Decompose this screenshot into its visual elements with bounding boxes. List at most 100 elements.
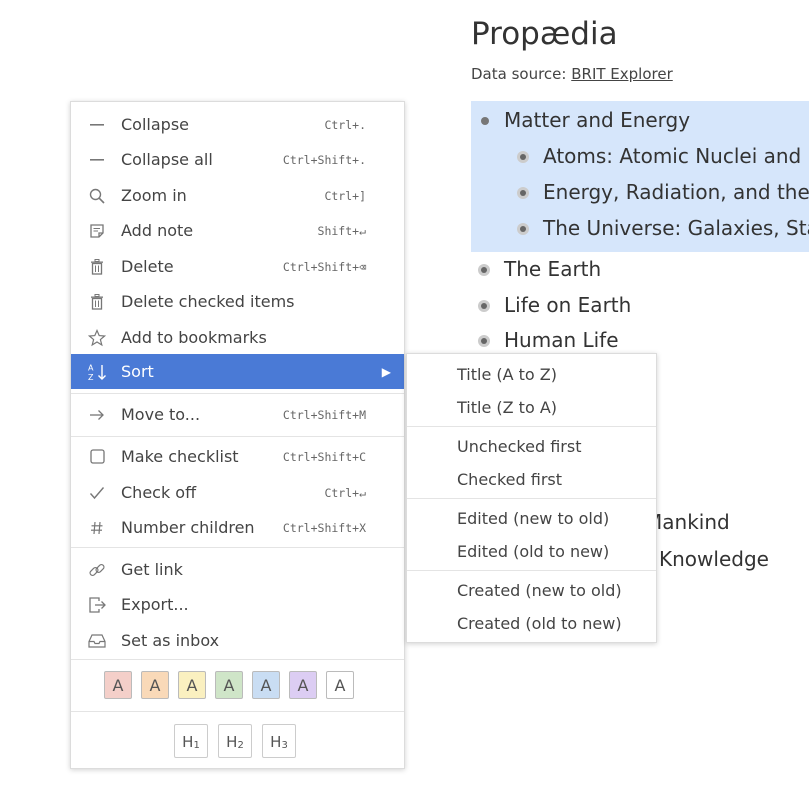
node-label[interactable]: Matter and Energy (504, 108, 690, 132)
menu-item-get-link[interactable]: Get link (71, 552, 404, 587)
menu-item-label: Delete checked items (121, 292, 295, 311)
menu-item-export[interactable]: Export... (71, 587, 404, 622)
minus-icon (88, 151, 106, 169)
color-swatch-orange[interactable]: A (141, 671, 169, 699)
submenu-item-label: Created (new to old) (457, 581, 622, 600)
collapsed-bullet-icon[interactable] (517, 151, 529, 163)
menu-divider (71, 547, 404, 548)
menu-item-delete-checked[interactable]: Delete checked items (71, 284, 404, 319)
menu-item-check-off[interactable]: Check off Ctrl+↵ (71, 475, 404, 510)
check-icon (88, 484, 106, 502)
sort-created-old-to-new[interactable]: Created (old to new) (407, 607, 656, 640)
outline-node[interactable]: Life on Earth (504, 293, 631, 317)
node-label[interactable]: Human Life (504, 328, 619, 352)
checkbox-icon (88, 448, 106, 466)
menu-divider (71, 436, 404, 437)
menu-item-add-to-bookmarks[interactable]: Add to bookmarks (71, 320, 404, 355)
sort-created-new-to-old[interactable]: Created (new to old) (407, 574, 656, 607)
arrow-right-icon (88, 406, 106, 424)
node-label[interactable]: The Earth (504, 257, 601, 281)
color-swatch-yellow[interactable]: A (178, 671, 206, 699)
menu-item-shortcut: Ctrl+] (324, 188, 366, 203)
menu-item-shortcut: Ctrl+. (324, 117, 366, 132)
heading-button-row: H1 H2 H3 (174, 724, 296, 758)
menu-item-make-checklist[interactable]: Make checklist Ctrl+Shift+C (71, 439, 404, 474)
menu-item-label: Make checklist (121, 447, 239, 466)
color-swatch-none[interactable]: A (326, 671, 354, 699)
menu-item-shortcut: Ctrl+Shift+⌫ (282, 259, 366, 274)
menu-item-label: Zoom in (121, 186, 187, 205)
menu-item-shortcut: Ctrl+Shift+M (282, 407, 366, 422)
heading-2-button[interactable]: H2 (218, 724, 252, 758)
sort-unchecked-first[interactable]: Unchecked first (407, 430, 656, 463)
search-icon (88, 187, 106, 205)
export-icon (88, 596, 106, 614)
svg-text:Z: Z (88, 373, 94, 381)
menu-item-collapse[interactable]: Collapse Ctrl+. (71, 107, 404, 142)
data-source-label: Data source: (471, 65, 567, 83)
node-label[interactable]: Mankind (645, 510, 730, 534)
menu-item-move-to[interactable]: Move to... Ctrl+Shift+M (71, 397, 404, 432)
sort-edited-old-to-new[interactable]: Edited (old to new) (407, 535, 656, 568)
outline-node[interactable]: Energy, Radiation, and the Sta (543, 180, 809, 204)
menu-item-label: Delete (121, 257, 174, 276)
menu-item-set-as-inbox[interactable]: Set as inbox (71, 623, 404, 658)
node-label[interactable]: The Universe: Galaxies, Stars (543, 216, 809, 240)
menu-item-label: Collapse (121, 115, 189, 134)
color-swatch-green[interactable]: A (215, 671, 243, 699)
trash-icon (88, 258, 106, 276)
menu-item-label: Export... (121, 595, 189, 614)
menu-item-label: Collapse all (121, 150, 213, 169)
outline-node[interactable]: Matter and Energy (504, 108, 690, 132)
node-label[interactable]: Atoms: Atomic Nuclei and El (543, 144, 809, 168)
outline-node[interactable]: The Earth (504, 257, 601, 281)
link-icon (88, 561, 106, 579)
menu-divider (407, 426, 656, 427)
menu-item-zoom-in[interactable]: Zoom in Ctrl+] (71, 178, 404, 213)
sort-checked-first[interactable]: Checked first (407, 463, 656, 496)
collapsed-bullet-icon[interactable] (478, 300, 490, 312)
submenu-item-label: Edited (new to old) (457, 509, 610, 528)
star-icon (88, 328, 106, 347)
color-swatch-red[interactable]: A (104, 671, 132, 699)
menu-item-sort[interactable]: AZ Sort ▶ (71, 354, 404, 389)
menu-item-number-children[interactable]: Number children Ctrl+Shift+X (71, 510, 404, 545)
data-source-link[interactable]: BRIT Explorer (571, 65, 673, 83)
color-swatch-blue[interactable]: A (252, 671, 280, 699)
outline-node[interactable]: The Universe: Galaxies, Stars (543, 216, 809, 240)
minus-icon (88, 116, 106, 134)
data-source-line: Data source: BRIT Explorer (471, 65, 673, 83)
submenu-item-label: Checked first (457, 470, 562, 489)
collapsed-bullet-icon[interactable] (478, 264, 490, 276)
menu-item-collapse-all[interactable]: Collapse all Ctrl+Shift+. (71, 142, 404, 177)
menu-item-add-note[interactable]: Add note Shift+↵ (71, 213, 404, 248)
collapsed-bullet-icon[interactable] (478, 335, 490, 347)
submenu-item-label: Edited (old to new) (457, 542, 610, 561)
node-label[interactable]: Life on Earth (504, 293, 631, 317)
sort-title-a-z[interactable]: Title (A to Z) (407, 358, 656, 391)
heading-letter: H (270, 733, 282, 751)
heading-3-button[interactable]: H3 (262, 724, 296, 758)
outline-node[interactable]: Atoms: Atomic Nuclei and El (543, 144, 809, 168)
collapsed-bullet-icon[interactable] (517, 223, 529, 235)
heading-level: 3 (281, 740, 288, 751)
collapsed-bullet-icon[interactable] (517, 187, 529, 199)
heading-1-button[interactable]: H1 (174, 724, 208, 758)
color-swatch-purple[interactable]: A (289, 671, 317, 699)
sort-title-z-a[interactable]: Title (Z to A) (407, 391, 656, 424)
outline-node[interactable]: Human Life (504, 328, 619, 352)
heading-letter: H (182, 733, 194, 751)
node-label[interactable]: Energy, Radiation, and the Sta (543, 180, 809, 204)
menu-item-label: Add note (121, 221, 194, 240)
menu-item-delete[interactable]: Delete Ctrl+Shift+⌫ (71, 249, 404, 284)
node-label[interactable]: Knowledge (659, 547, 769, 571)
menu-divider (407, 498, 656, 499)
menu-item-label: Add to bookmarks (121, 328, 267, 347)
page-title[interactable]: Propædia (471, 16, 618, 52)
bullet-icon[interactable] (481, 117, 489, 125)
sort-edited-new-to-old[interactable]: Edited (new to old) (407, 502, 656, 535)
submenu-item-label: Title (Z to A) (457, 398, 557, 417)
menu-item-label: Number children (121, 518, 255, 537)
note-icon (88, 222, 106, 240)
sort-submenu: Title (A to Z) Title (Z to A) Unchecked … (406, 353, 657, 643)
